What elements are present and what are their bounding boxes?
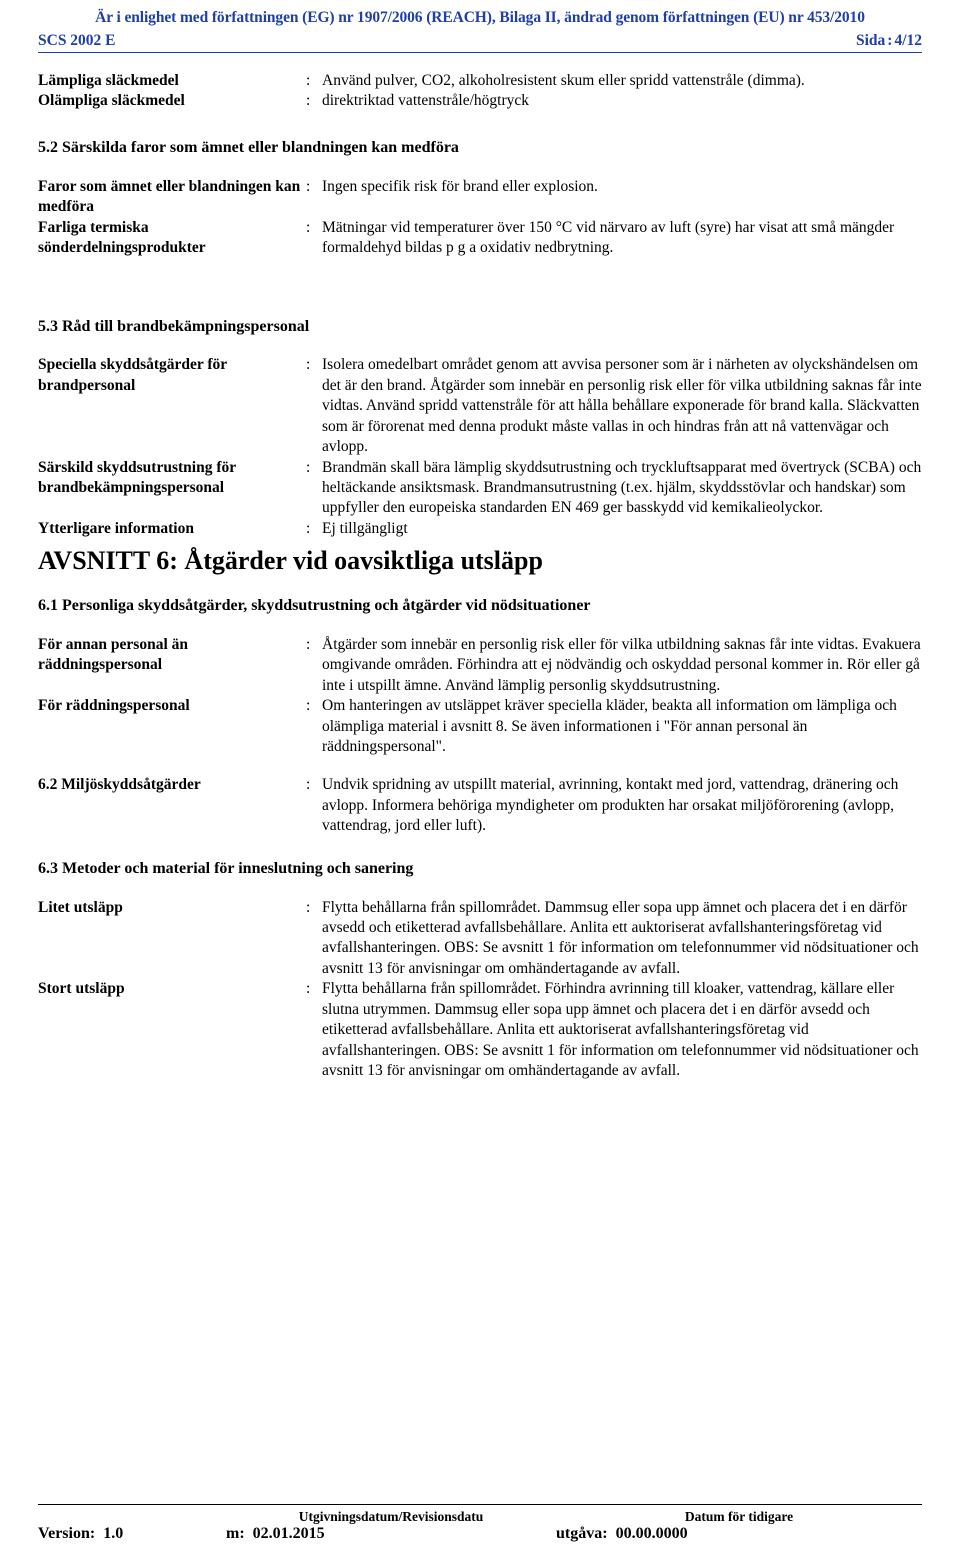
label-thermal-decomposition: Farliga termiska sönderdelningsprodukter xyxy=(38,218,206,257)
row-emergency-responders: För räddningspersonal : Om hanteringen a… xyxy=(38,696,922,757)
value-non-emergency-personnel: Åtgärder som innebär en personlig risk e… xyxy=(322,635,921,694)
footer-version-label: Version: xyxy=(38,1525,96,1542)
label-special-firefighter-precautions: Speciella skyddsåtgärder för brandperson… xyxy=(38,356,227,394)
colon-large-spill: : xyxy=(306,980,311,998)
footer-previous-label: utgåva: xyxy=(556,1525,608,1542)
label-hazards-from-substance: Faror som ämnet eller blandningen kan me… xyxy=(38,177,301,216)
regulation-statement: Är i enlighet med författningen (EG) nr … xyxy=(95,9,865,26)
header-identifier-row: SCS 2002 E Sida : 4/12 xyxy=(38,32,922,53)
label-large-spill: Stort utsläpp xyxy=(38,980,125,998)
value-6-2: Undvik spridning av utspillt material, a… xyxy=(322,776,899,835)
label-small-spill: Litet utsläpp xyxy=(38,898,123,916)
value-special-firefighter-precautions: Isolera omedelbart området genom att avv… xyxy=(322,356,922,456)
row-suitable-extinguishing: Lämpliga släckmedel : Använd pulver, CO2… xyxy=(38,71,922,91)
row-6-2-environmental-precautions: 6.2 Miljöskyddsåtgärder : Undvik spridni… xyxy=(38,775,922,836)
heading-5-3-number: 5.3 xyxy=(38,317,58,335)
label-unsuitable-extinguishing: Olämpliga släckmedel xyxy=(38,92,185,110)
value-firefighter-protective-equipment: Brandmän skall bära lämplig skyddsutrust… xyxy=(322,458,922,517)
colon-thermal-decomposition: : xyxy=(306,218,311,236)
heading-6-2-title: Miljöskyddsåtgärder xyxy=(61,776,201,794)
product-code: SCS 2002 E xyxy=(38,32,116,49)
footer-issue-label: m: xyxy=(226,1525,245,1542)
document-page: Är i enlighet med författningen (EG) nr … xyxy=(0,0,960,1561)
value-thermal-decomposition: Mätningar vid temperaturer över 150 °C v… xyxy=(322,218,895,257)
colon-non-emergency-personnel: : xyxy=(306,635,311,653)
row-non-emergency-personnel: För annan personal än räddningspersonal … xyxy=(38,635,922,696)
page-value: 4/12 xyxy=(894,32,922,49)
value-large-spill: Flytta behållarna från spillområdet. För… xyxy=(322,980,919,1080)
value-additional-information: Ej tillgängligt xyxy=(322,519,408,537)
colon-emergency-responders: : xyxy=(306,697,311,715)
label-firefighter-protective-equipment: Särskild skyddsutrustning för brandbekäm… xyxy=(38,458,236,497)
value-small-spill: Flytta behållarna från spillområdet. Dam… xyxy=(322,898,919,977)
footer-version-value: 1.0 xyxy=(103,1525,124,1542)
footer-issue-heading: Utgivningsdatum/Revisionsdatu xyxy=(298,1509,484,1524)
colon-unsuitable-extinguishing: : xyxy=(306,92,311,110)
row-large-spill: Stort utsläpp : Flytta behållarna från s… xyxy=(38,979,922,1081)
colon-firefighter-protective-equipment: : xyxy=(306,458,311,476)
label-non-emergency-personnel: För annan personal än räddningspersonal xyxy=(38,635,189,674)
row-thermal-decomposition: Farliga termiska sönderdelningsprodukter… xyxy=(38,218,922,259)
row-hazards-from-substance: Faror som ämnet eller blandningen kan me… xyxy=(38,177,922,218)
label-additional-information: Ytterligare information xyxy=(38,519,194,537)
document-header: Är i enlighet med författningen (EG) nr … xyxy=(38,0,922,53)
heading-5-3-title: Råd till brandbekämpningspersonal xyxy=(62,317,310,335)
label-emergency-responders: För räddningspersonal xyxy=(38,697,190,715)
footer-value-row: Version: 1.0 m: 02.01.2015 utgåva: 00.00… xyxy=(38,1525,922,1543)
heading-5-2: 5.2 Särskilda faror som ämnet eller blan… xyxy=(38,138,922,159)
footer-previous-heading: Datum för tidigare xyxy=(684,1509,794,1524)
row-additional-information: Ytterligare information : Ej tillgänglig… xyxy=(38,519,922,539)
page-indicator: Sida : 4/12 xyxy=(856,32,922,50)
value-unsuitable-extinguishing: direktriktad vattenstråle/högtryck xyxy=(322,92,530,110)
row-unsuitable-extinguishing: Olämpliga släckmedel : direktriktad vatt… xyxy=(38,91,922,111)
label-6-2: 6.2 Miljöskyddsåtgärder xyxy=(38,775,306,795)
footer-previous-value: 00.00.0000 xyxy=(615,1525,688,1542)
heading-5-2-number: 5.2 xyxy=(38,138,58,156)
document-footer: Utgivningsdatum/Revisionsdatu Datum för … xyxy=(38,1504,922,1543)
footer-issue-value: 02.01.2015 xyxy=(252,1525,325,1542)
heading-6-1-title: Personliga skyddsåtgärder, skyddsutrustn… xyxy=(62,596,591,614)
colon-hazards-from-substance: : xyxy=(306,177,311,195)
value-hazards-from-substance: Ingen specifik risk för brand eller expl… xyxy=(322,177,598,195)
colon-special-firefighter-precautions: : xyxy=(306,356,311,374)
colon-additional-information: : xyxy=(306,519,311,537)
footer-heading-row: Utgivningsdatum/Revisionsdatu Datum för … xyxy=(38,1509,922,1525)
row-small-spill: Litet utsläpp : Flytta behållarna från s… xyxy=(38,898,922,980)
value-suitable-extinguishing: Använd pulver, CO2, alkoholresistent sku… xyxy=(322,72,805,89)
colon-suitable-extinguishing: : xyxy=(306,72,311,89)
row-firefighter-protective-equipment: Särskild skyddsutrustning för brandbekäm… xyxy=(38,458,922,519)
page-colon: : xyxy=(887,32,893,49)
heading-6-1-number: 6.1 xyxy=(38,596,58,614)
label-suitable-extinguishing: Lämpliga släckmedel xyxy=(38,72,179,89)
colon-6-2: : xyxy=(306,776,311,794)
heading-6-1: 6.1 Personliga skyddsåtgärder, skyddsutr… xyxy=(38,596,922,617)
value-emergency-responders: Om hanteringen av utsläppet kräver speci… xyxy=(322,697,897,755)
heading-5-3: 5.3 Råd till brandbekämpningspersonal xyxy=(38,317,922,338)
row-special-firefighter-precautions: Speciella skyddsåtgärder för brandperson… xyxy=(38,355,922,457)
heading-section-6: AVSNITT 6: Åtgärder vid oavsiktliga utsl… xyxy=(38,546,543,576)
heading-5-2-title: Särskilda faror som ämnet eller blandnin… xyxy=(62,138,459,156)
heading-6-3: 6.3 Metoder och material för inneslutnin… xyxy=(38,859,922,880)
heading-6-3-number: 6.3 xyxy=(38,859,58,877)
page-label: Sida xyxy=(855,32,886,49)
heading-6-2-number: 6.2 xyxy=(38,776,58,794)
heading-6-3-title: Metoder och material för inneslutning oc… xyxy=(62,859,414,877)
colon-small-spill: : xyxy=(306,898,311,916)
